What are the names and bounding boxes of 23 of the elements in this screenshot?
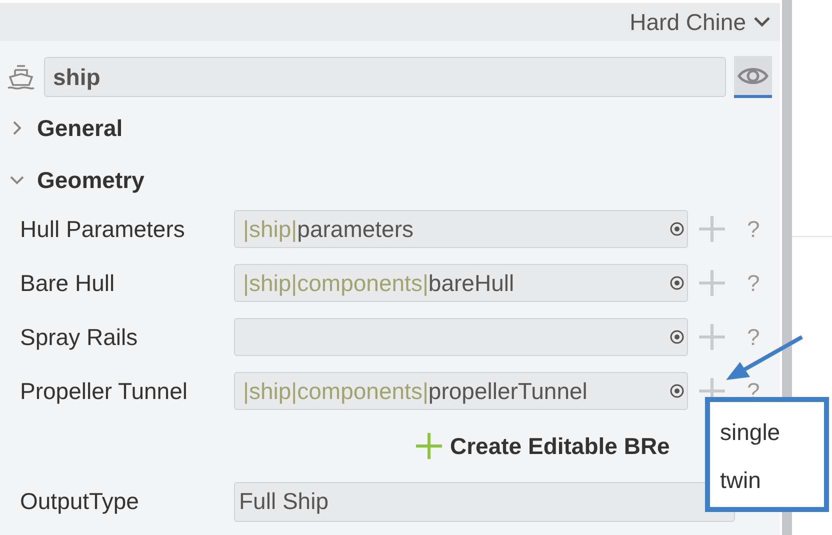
target-icon[interactable]	[669, 383, 685, 399]
section-header[interactable]: General	[0, 112, 780, 144]
target-icon[interactable]	[669, 221, 685, 237]
property-label: Propeller Tunnel	[19, 376, 188, 406]
section-header[interactable]: Geometry	[0, 164, 780, 196]
reference-field[interactable]: |ship|components|propellerTunnel	[234, 372, 688, 410]
ship-icon	[6, 63, 36, 91]
reference-field[interactable]: |ship|parameters	[234, 210, 688, 248]
property-label: Hull Parameters	[19, 214, 186, 244]
popup-option[interactable]: single	[720, 416, 824, 448]
chevron-down-icon[interactable]	[754, 16, 770, 28]
target-icon[interactable]	[669, 329, 685, 345]
object-name-field[interactable]: ship	[44, 57, 726, 97]
property-label: Bare Hull	[19, 268, 116, 298]
target-icon[interactable]	[669, 275, 685, 291]
preset-label[interactable]: Hard Chine	[630, 4, 746, 40]
eye-icon	[737, 66, 769, 86]
property-label: Spray Rails	[19, 322, 139, 352]
create-brep-button[interactable]: Create Editable BRe	[450, 429, 670, 464]
reference-field[interactable]: |ship|components|bareHull	[234, 264, 688, 302]
reference-field[interactable]	[234, 318, 688, 356]
visibility-toggle[interactable]	[734, 56, 772, 98]
property-label: OutputType	[19, 487, 140, 516]
